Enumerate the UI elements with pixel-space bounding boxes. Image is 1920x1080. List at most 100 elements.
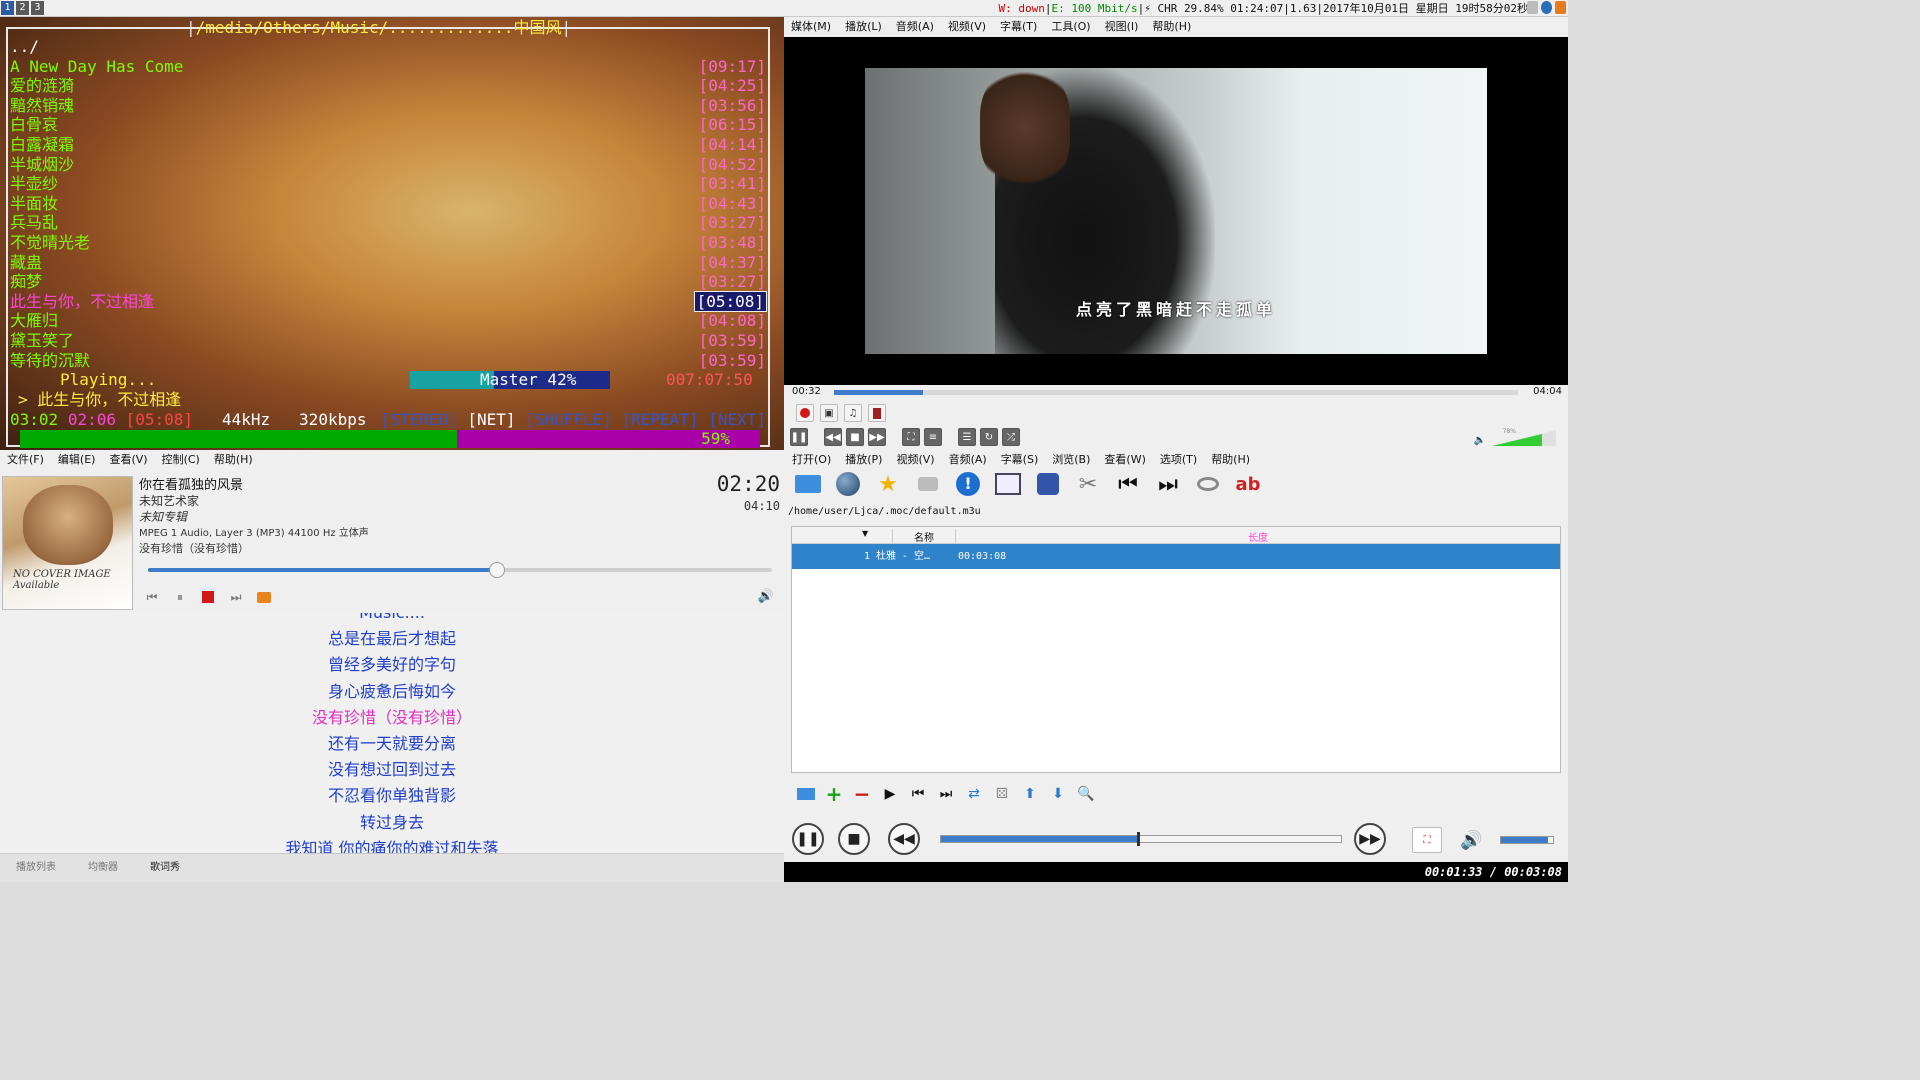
workspace-3[interactable]: 3 (31, 1, 44, 15)
shuffle-icon[interactable]: ⤮ (1002, 428, 1020, 446)
vlc-tray-icon[interactable] (1555, 1, 1566, 14)
menu-view[interactable]: 查看(W) (1104, 450, 1145, 469)
search-icon[interactable]: 🔍 (1076, 784, 1096, 804)
menu-audio[interactable]: 音频(A) (949, 450, 987, 469)
media-icon[interactable] (1032, 468, 1064, 500)
stop-icon[interactable]: ■ (838, 823, 870, 855)
spellcheck-icon[interactable]: ab (1232, 468, 1264, 500)
subtitle-icon[interactable] (868, 404, 886, 422)
list-item[interactable]: 等待的沉默 [03:59] (10, 351, 766, 371)
seek-slider[interactable] (148, 562, 772, 578)
menu-media[interactable]: 媒体(M) (791, 17, 831, 36)
next-icon[interactable]: ⏭ (228, 589, 244, 605)
menu-browse[interactable]: 浏览(B) (1052, 450, 1090, 469)
list-item[interactable]: A New Day Has Come [09:17] (10, 57, 766, 77)
menu-play[interactable]: 播放(P) (845, 450, 882, 469)
browser-tray-icon[interactable] (1541, 1, 1552, 14)
video-area[interactable]: 点亮了黑暗赶不走孤单 (784, 37, 1568, 385)
volume-icon[interactable]: 🔊 (758, 589, 774, 604)
menu-subtitles[interactable]: 字幕(T) (1000, 17, 1037, 36)
list-item[interactable]: 白露凝霜 [04:14] (10, 135, 766, 155)
play-icon[interactable]: ▶ (880, 784, 900, 804)
seek-slider[interactable] (940, 832, 1342, 846)
previous-icon[interactable]: ⏮ (144, 589, 160, 605)
repeat-icon[interactable]: ⇄ (964, 784, 984, 804)
tab-equalizer[interactable]: 均衡器 (72, 854, 134, 882)
menu-help[interactable]: 帮助(H) (1152, 17, 1191, 36)
menu-subtitles[interactable]: 字幕(S) (1001, 450, 1039, 469)
stop-icon[interactable] (200, 589, 216, 605)
list-item[interactable]: 黯然销魂 [03:56] (10, 96, 766, 116)
list-item[interactable]: 藏蛊 [04:37] (10, 253, 766, 273)
table-row[interactable]: 1 杜雅 - 空… 00:03:08 (792, 544, 1560, 569)
column-length[interactable]: 长度 (956, 529, 1560, 544)
pause-icon[interactable]: ❚❚ (790, 428, 808, 446)
menu-control[interactable]: 控制(C) (162, 450, 200, 469)
mixer-volume-bar[interactable]: Master 42% (410, 371, 610, 389)
list-item[interactable]: 兵马乱 [03:27] (10, 213, 766, 233)
menu-video[interactable]: 视频(V) (896, 450, 934, 469)
rewind-icon[interactable]: ◀◀ (888, 823, 920, 855)
remove-icon[interactable]: − (852, 782, 872, 806)
open-folder-icon[interactable] (792, 468, 824, 500)
menu-play[interactable]: 播放(L) (845, 17, 882, 36)
record-icon[interactable] (796, 404, 814, 422)
next-icon[interactable]: ⏭ (936, 784, 956, 804)
list-item[interactable]: 半面妆 [04:43] (10, 194, 766, 214)
playlist-icon[interactable]: ☰ (958, 428, 976, 446)
menu-open[interactable]: 打开(O) (792, 450, 831, 469)
menu-edit[interactable]: 编辑(E) (58, 450, 96, 469)
screenshot-icon[interactable]: ▣ (820, 404, 838, 422)
add-icon[interactable]: + (824, 782, 844, 806)
list-item[interactable]: 黛玉笑了 [03:59] (10, 331, 766, 351)
repeat-icon[interactable]: ↻ (980, 428, 998, 446)
list-item[interactable]: 半城烟沙 [04:52] (10, 155, 766, 175)
menu-tools[interactable]: 工具(O) (1051, 17, 1090, 36)
favorites-star-icon[interactable]: ★ (872, 468, 904, 500)
workspace-1[interactable]: 1 (1, 1, 14, 15)
tab-lyrics[interactable]: 歌词秀 (134, 854, 196, 882)
tab-playlist[interactable]: 播放列表 (0, 854, 72, 882)
menu-video[interactable]: 视频(V) (948, 17, 986, 36)
pause-icon[interactable]: ❚❚ (792, 823, 824, 855)
pause-icon[interactable]: ⏸ (172, 589, 188, 605)
menu-help[interactable]: 帮助(H) (1211, 450, 1250, 469)
list-item[interactable]: 爱的涟漪 [04:25] (10, 76, 766, 96)
parent-dir-item[interactable]: ../ (10, 37, 766, 57)
open-folder-icon[interactable] (256, 589, 272, 605)
moc-progress-bar[interactable]: 59% (20, 430, 760, 448)
seek-slider[interactable] (834, 390, 1518, 395)
list-item-current[interactable]: 此生与你，不过相逢 [05:08] (10, 290, 768, 313)
previous-icon[interactable]: ⏮ (908, 784, 928, 804)
volume-icon[interactable]: 🔈 (1474, 435, 1486, 446)
window-icon[interactable] (992, 468, 1024, 500)
workspace-2[interactable]: 2 (16, 1, 29, 15)
move-down-icon[interactable]: ⬇ (1048, 784, 1068, 804)
disc-icon[interactable] (1192, 468, 1224, 500)
network-tray-icon[interactable] (1527, 1, 1538, 14)
tools-icon[interactable]: ✂ (1072, 468, 1104, 500)
open-folder-icon[interactable] (796, 784, 816, 804)
menu-view[interactable]: 查看(V) (109, 450, 147, 469)
menu-help[interactable]: 帮助(H) (214, 450, 253, 469)
list-item[interactable]: 痴梦 [03:27] (10, 272, 766, 292)
fast-forward-icon[interactable]: ▶▶ (1354, 823, 1386, 855)
list-item[interactable]: 大雁归 [04:08] (10, 311, 766, 331)
move-up-icon[interactable]: ⬆ (1020, 784, 1040, 804)
column-name[interactable]: 名称 (892, 529, 956, 544)
volume-slider[interactable] (1500, 836, 1554, 844)
menu-audio[interactable]: 音频(A) (896, 17, 934, 36)
menu-view[interactable]: 视图(I) (1105, 17, 1139, 36)
equalizer-icon[interactable]: ≡ (924, 428, 942, 446)
stop-icon[interactable]: ■ (846, 428, 864, 446)
sort-arrow-icon[interactable]: ▼ (862, 529, 868, 538)
list-item[interactable]: 半壶纱 [03:41] (10, 174, 766, 194)
audio-icon[interactable]: ♫ (844, 404, 862, 422)
info-icon[interactable]: ! (952, 468, 984, 500)
rewind-icon[interactable]: ◀◀ (824, 428, 842, 446)
shuffle-icon[interactable]: ⚄ (992, 784, 1012, 804)
volume-icon[interactable]: 🔊 (1460, 830, 1482, 851)
fullscreen-icon[interactable]: ⛶ (1412, 827, 1442, 853)
seek-handle[interactable] (1137, 832, 1140, 846)
menu-options[interactable]: 选项(T) (1160, 450, 1197, 469)
